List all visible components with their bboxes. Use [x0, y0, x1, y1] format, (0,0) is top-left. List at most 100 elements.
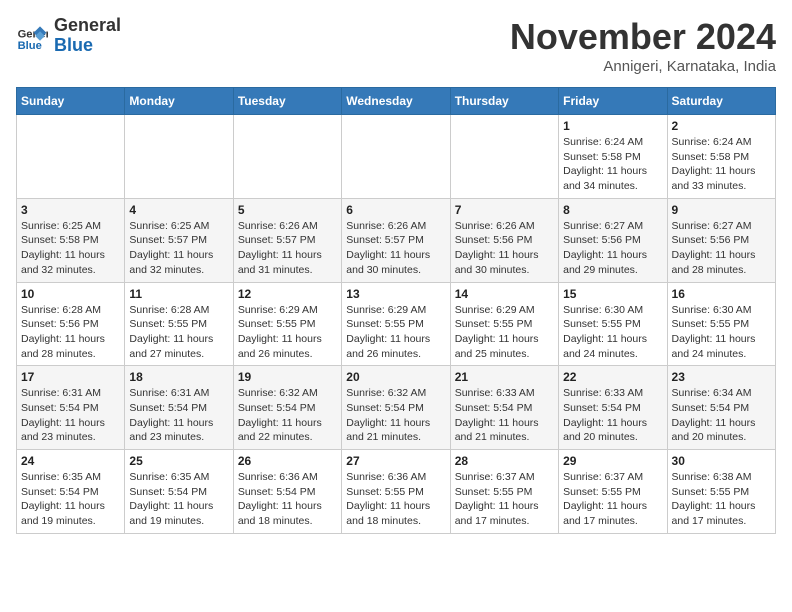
day-info: Sunrise: 6:34 AM Sunset: 5:54 PM Dayligh… [672, 386, 771, 445]
calendar-cell: 22 Sunrise: 6:33 AM Sunset: 5:54 PM Dayli… [559, 366, 667, 450]
day-number: 25 [129, 454, 228, 468]
day-info: Sunrise: 6:33 AM Sunset: 5:54 PM Dayligh… [455, 386, 554, 445]
calendar-cell [233, 115, 341, 199]
calendar-cell: 3 Sunrise: 6:25 AM Sunset: 5:58 PM Daylig… [17, 198, 125, 282]
calendar-header-tuesday: Tuesday [233, 88, 341, 115]
calendar-cell: 21 Sunrise: 6:33 AM Sunset: 5:54 PM Dayli… [450, 366, 558, 450]
day-info: Sunrise: 6:24 AM Sunset: 5:58 PM Dayligh… [563, 135, 662, 194]
calendar-week-row: 1 Sunrise: 6:24 AM Sunset: 5:58 PM Daylig… [17, 115, 776, 199]
calendar-week-row: 17 Sunrise: 6:31 AM Sunset: 5:54 PM Dayli… [17, 366, 776, 450]
day-info: Sunrise: 6:38 AM Sunset: 5:55 PM Dayligh… [672, 470, 771, 529]
calendar-cell: 5Sunrise: 6:26 AM Sunset: 5:57 PM Daylig… [233, 198, 341, 282]
day-number: 14 [455, 287, 554, 301]
day-number: 9 [672, 203, 771, 217]
calendar-header-sunday: Sunday [17, 88, 125, 115]
day-number: 30 [672, 454, 771, 468]
svg-text:Blue: Blue [18, 40, 42, 52]
calendar-cell: 24Sunrise: 6:35 AM Sunset: 5:54 PM Dayli… [17, 450, 125, 534]
day-number: 17 [21, 370, 120, 384]
calendar-week-row: 10 Sunrise: 6:28 AM Sunset: 5:56 PM Dayli… [17, 282, 776, 366]
day-info: Sunrise: 6:29 AM Sunset: 5:55 PM Dayligh… [238, 303, 337, 362]
day-number: 7 [455, 203, 554, 217]
day-number: 19 [238, 370, 337, 384]
day-info: Sunrise: 6:26 AM Sunset: 5:56 PM Dayligh… [455, 219, 554, 278]
day-info: Sunrise: 6:27 AM Sunset: 5:56 PM Dayligh… [672, 219, 771, 278]
day-number: 5 [238, 203, 337, 217]
logo-icon: General Blue [16, 20, 48, 52]
calendar-header-friday: Friday [559, 88, 667, 115]
day-number: 21 [455, 370, 554, 384]
day-info: Sunrise: 6:37 AM Sunset: 5:55 PM Dayligh… [455, 470, 554, 529]
day-info: Sunrise: 6:36 AM Sunset: 5:54 PM Dayligh… [238, 470, 337, 529]
day-number: 27 [346, 454, 445, 468]
day-info: Sunrise: 6:30 AM Sunset: 5:55 PM Dayligh… [672, 303, 771, 362]
day-info: Sunrise: 6:36 AM Sunset: 5:55 PM Dayligh… [346, 470, 445, 529]
day-number: 16 [672, 287, 771, 301]
day-number: 29 [563, 454, 662, 468]
day-number: 2 [672, 119, 771, 133]
day-number: 1 [563, 119, 662, 133]
calendar-table: SundayMondayTuesdayWednesdayThursdayFrid… [16, 87, 776, 534]
day-info: Sunrise: 6:28 AM Sunset: 5:56 PM Dayligh… [21, 303, 120, 362]
day-number: 20 [346, 370, 445, 384]
day-info: Sunrise: 6:37 AM Sunset: 5:55 PM Dayligh… [563, 470, 662, 529]
day-number: 4 [129, 203, 228, 217]
day-number: 24 [21, 454, 120, 468]
day-info: Sunrise: 6:35 AM Sunset: 5:54 PM Dayligh… [129, 470, 228, 529]
day-info: Sunrise: 6:24 AM Sunset: 5:58 PM Dayligh… [672, 135, 771, 194]
calendar-header-thursday: Thursday [450, 88, 558, 115]
day-number: 10 [21, 287, 120, 301]
calendar-cell: 11 Sunrise: 6:28 AM Sunset: 5:55 PM Dayli… [125, 282, 233, 366]
day-info: Sunrise: 6:28 AM Sunset: 5:55 PM Dayligh… [129, 303, 228, 362]
day-number: 13 [346, 287, 445, 301]
calendar-cell [450, 115, 558, 199]
calendar-cell [125, 115, 233, 199]
calendar-cell: 14 Sunrise: 6:29 AM Sunset: 5:55 PM Dayli… [450, 282, 558, 366]
calendar-header-saturday: Saturday [667, 88, 775, 115]
logo-text: General Blue [54, 16, 121, 56]
calendar-cell: 16 Sunrise: 6:30 AM Sunset: 5:55 PM Dayli… [667, 282, 775, 366]
calendar-cell: 7 Sunrise: 6:26 AM Sunset: 5:56 PM Daylig… [450, 198, 558, 282]
day-info: Sunrise: 6:32 AM Sunset: 5:54 PM Dayligh… [238, 386, 337, 445]
logo: General Blue General Blue [16, 16, 121, 56]
day-info: Sunrise: 6:31 AM Sunset: 5:54 PM Dayligh… [21, 386, 120, 445]
title-block: November 2024 Annigeri, Karnataka, India [510, 16, 776, 75]
day-info: Sunrise: 6:31 AM Sunset: 5:54 PM Dayligh… [129, 386, 228, 445]
day-info: Sunrise: 6:26 AM Sunset: 5:57 PM Dayligh… [346, 219, 445, 278]
day-info: Sunrise: 6:27 AM Sunset: 5:56 PM Dayligh… [563, 219, 662, 278]
day-number: 8 [563, 203, 662, 217]
day-number: 3 [21, 203, 120, 217]
calendar-cell: 20 Sunrise: 6:32 AM Sunset: 5:54 PM Dayli… [342, 366, 450, 450]
month-title: November 2024 [510, 16, 776, 58]
day-number: 18 [129, 370, 228, 384]
calendar-header-monday: Monday [125, 88, 233, 115]
calendar-cell: 25 Sunrise: 6:35 AM Sunset: 5:54 PM Dayli… [125, 450, 233, 534]
calendar-cell: 27 Sunrise: 6:36 AM Sunset: 5:55 PM Dayli… [342, 450, 450, 534]
page-header: General Blue General Blue November 2024 … [16, 16, 776, 75]
calendar-cell: 9 Sunrise: 6:27 AM Sunset: 5:56 PM Daylig… [667, 198, 775, 282]
calendar-cell: 10 Sunrise: 6:28 AM Sunset: 5:56 PM Dayli… [17, 282, 125, 366]
calendar-cell: 17 Sunrise: 6:31 AM Sunset: 5:54 PM Dayli… [17, 366, 125, 450]
calendar-cell: 19 Sunrise: 6:32 AM Sunset: 5:54 PM Dayli… [233, 366, 341, 450]
day-info: Sunrise: 6:25 AM Sunset: 5:58 PM Dayligh… [21, 219, 120, 278]
calendar-cell: 4 Sunrise: 6:25 AM Sunset: 5:57 PM Daylig… [125, 198, 233, 282]
calendar-cell: 30 Sunrise: 6:38 AM Sunset: 5:55 PM Dayli… [667, 450, 775, 534]
day-info: Sunrise: 6:32 AM Sunset: 5:54 PM Dayligh… [346, 386, 445, 445]
day-number: 22 [563, 370, 662, 384]
day-info: Sunrise: 6:29 AM Sunset: 5:55 PM Dayligh… [346, 303, 445, 362]
day-number: 11 [129, 287, 228, 301]
day-info: Sunrise: 6:25 AM Sunset: 5:57 PM Dayligh… [129, 219, 228, 278]
calendar-cell: 8 Sunrise: 6:27 AM Sunset: 5:56 PM Daylig… [559, 198, 667, 282]
calendar-header-wednesday: Wednesday [342, 88, 450, 115]
calendar-cell: 1 Sunrise: 6:24 AM Sunset: 5:58 PM Daylig… [559, 115, 667, 199]
calendar-week-row: 24 Sunrise: 6:35 AM Sunset: 5:54 PM Dayli… [17, 450, 776, 534]
calendar-cell [17, 115, 125, 199]
calendar-cell: 23Sunrise: 6:34 AM Sunset: 5:54 PM Dayli… [667, 366, 775, 450]
day-info: Sunrise: 6:29 AM Sunset: 5:55 PM Dayligh… [455, 303, 554, 362]
day-info: Sunrise: 6:33 AM Sunset: 5:54 PM Dayligh… [563, 386, 662, 445]
day-number: 15 [563, 287, 662, 301]
location-subtitle: Annigeri, Karnataka, India [510, 58, 776, 75]
day-number: 28 [455, 454, 554, 468]
calendar-cell: 26Sunrise: 6:36 AM Sunset: 5:54 PM Dayli… [233, 450, 341, 534]
calendar-cell [342, 115, 450, 199]
